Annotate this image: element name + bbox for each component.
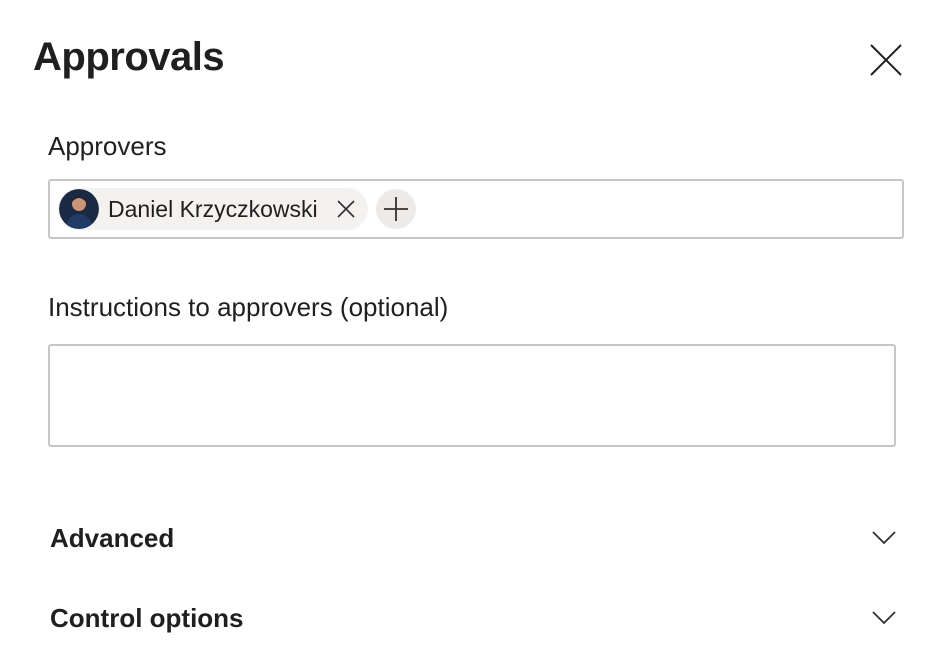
instructions-textarea[interactable] [48,344,896,447]
control-options-section-label: Control options [50,602,244,633]
advanced-section-label: Advanced [50,522,175,553]
chevron-down-icon [868,522,900,554]
chevron-down-icon [868,602,900,634]
approvals-panel: Approvals Approvers Daniel Krzyczkowski [0,0,944,663]
instructions-label: Instructions to approvers (optional) [48,292,449,322]
close-icon [337,200,355,218]
remove-approver-button[interactable] [330,193,362,225]
approvers-picker[interactable]: Daniel Krzyczkowski [48,179,904,239]
panel-title: Approvals [33,35,225,79]
approver-chip: Daniel Krzyczkowski [58,188,368,230]
close-icon [870,44,902,76]
advanced-section-toggle[interactable]: Advanced [50,514,900,562]
control-options-section-toggle[interactable]: Control options [50,594,900,642]
add-approver-button[interactable] [375,189,416,229]
approver-name: Daniel Krzyczkowski [108,195,318,222]
avatar [59,189,99,229]
plus-icon [383,197,408,221]
approvers-label: Approvers [48,131,167,161]
close-button[interactable] [862,36,910,84]
